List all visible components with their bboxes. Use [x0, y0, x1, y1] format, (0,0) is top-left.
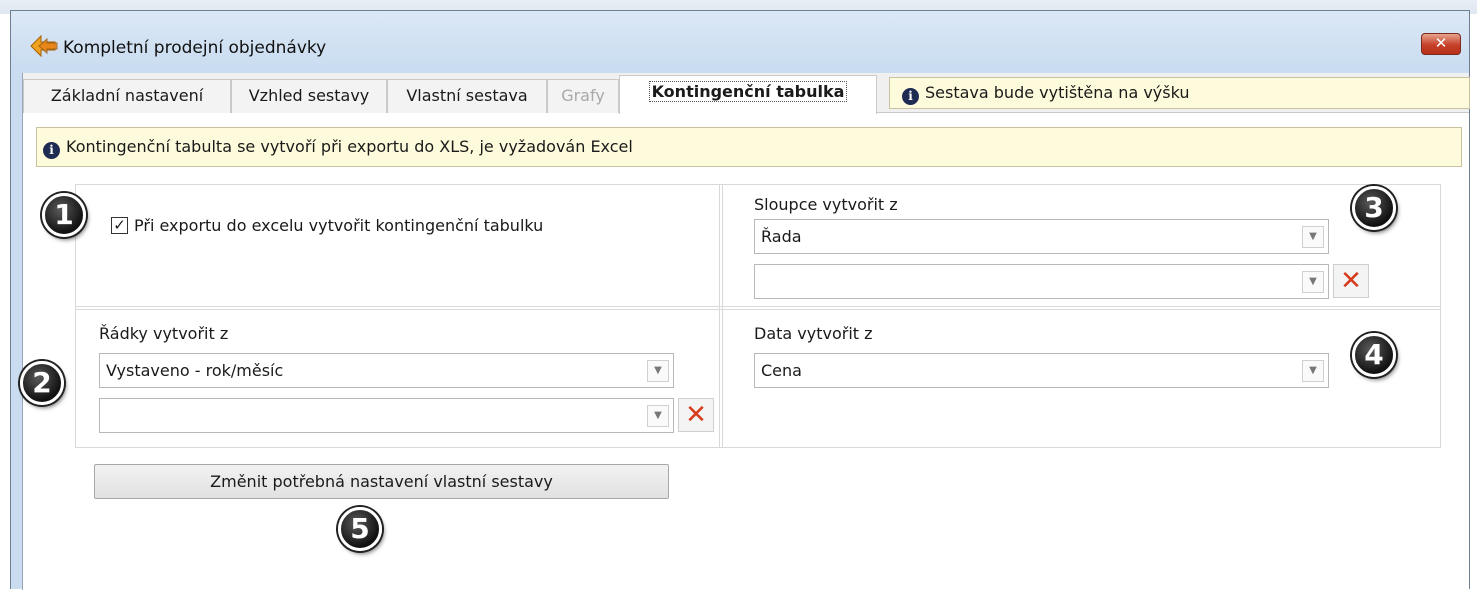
callout-marker-1: 1 — [42, 193, 86, 237]
chevron-down-icon[interactable]: ▼ — [1302, 360, 1324, 382]
report-arrows-icon — [30, 34, 58, 58]
create-pivot-checkbox-row[interactable]: ✓ Při exportu do excelu vytvořit konting… — [111, 213, 543, 237]
callout-marker-3: 3 — [1352, 186, 1396, 230]
window-title: Kompletní prodejní objednávky — [63, 38, 327, 58]
panel-divider-horizontal — [75, 306, 1441, 310]
info-icon: i — [43, 142, 60, 159]
create-pivot-label: Při exportu do excelu vytvořit kontingen… — [134, 215, 544, 235]
title-bar[interactable]: Kompletní prodejní objednávky ✕ — [11, 11, 1469, 69]
callout-marker-4: 4 — [1352, 333, 1396, 377]
info-icon: i — [902, 88, 919, 105]
data-select-value: Cena — [761, 361, 802, 380]
print-orientation-info: i Sestava bude vytištěna na výšku — [889, 77, 1470, 109]
callout-marker-5: 5 — [338, 507, 382, 551]
red-x-icon: ✕ — [685, 400, 707, 430]
data-label: Data vytvořit z — [754, 324, 873, 343]
rows-label: Řádky vytvořit z — [99, 324, 229, 343]
rows-select-1-value: Vystaveno - rok/měsíc — [106, 361, 284, 380]
red-x-icon: ✕ — [1340, 266, 1362, 296]
close-button[interactable]: ✕ — [1421, 33, 1461, 55]
tab-zakladni-nastaveni[interactable]: Základní nastavení — [23, 79, 231, 113]
excel-notice-text: Kontingenční tabulta se vytvoří při expo… — [66, 137, 633, 156]
chevron-down-icon[interactable]: ▼ — [647, 360, 669, 382]
dialog-content: Základní nastavení Vzhled sestavy Vlastn… — [22, 73, 1470, 590]
rows-select-1[interactable]: Vystaveno - rok/měsíc ▼ — [99, 353, 674, 388]
tab-strip: Základní nastavení Vzhled sestavy Vlastn… — [23, 73, 1470, 114]
tab-vlastni-sestava[interactable]: Vlastní sestava — [387, 79, 547, 113]
panel-divider-vertical — [719, 184, 723, 448]
columns-select-2[interactable]: ▼ — [754, 264, 1329, 299]
chevron-down-icon[interactable]: ▼ — [1302, 271, 1324, 293]
tab-vzhled-sestavy[interactable]: Vzhled sestavy — [231, 79, 387, 113]
data-select[interactable]: Cena ▼ — [754, 353, 1329, 388]
tab-grafy: Grafy — [547, 79, 619, 113]
chevron-down-icon[interactable]: ▼ — [1302, 226, 1324, 248]
remove-row-button[interactable]: ✕ — [678, 398, 714, 432]
dialog-window: Kompletní prodejní objednávky ✕ Základní… — [10, 10, 1470, 590]
columns-select-1[interactable]: Řada ▼ — [754, 219, 1329, 254]
callout-marker-2: 2 — [20, 361, 64, 405]
columns-select-1-value: Řada — [761, 227, 802, 246]
excel-notice: i Kontingenční tabulta se vytvoří při exp… — [36, 127, 1462, 167]
tab-kontingencni-tabulka-label: Kontingenční tabulka — [648, 81, 848, 102]
create-pivot-checkbox[interactable]: ✓ — [111, 216, 128, 234]
remove-column-button[interactable]: ✕ — [1333, 264, 1369, 298]
print-orientation-text: Sestava bude vytištěna na výšku — [925, 83, 1190, 102]
columns-label: Sloupce vytvořit z — [754, 195, 898, 214]
chevron-down-icon[interactable]: ▼ — [647, 405, 669, 427]
change-report-settings-button[interactable]: Změnit potřebná nastavení vlastní sestav… — [94, 464, 669, 499]
rows-select-2[interactable]: ▼ — [99, 398, 674, 433]
tab-kontingencni-tabulka[interactable]: Kontingenční tabulka — [619, 75, 877, 114]
